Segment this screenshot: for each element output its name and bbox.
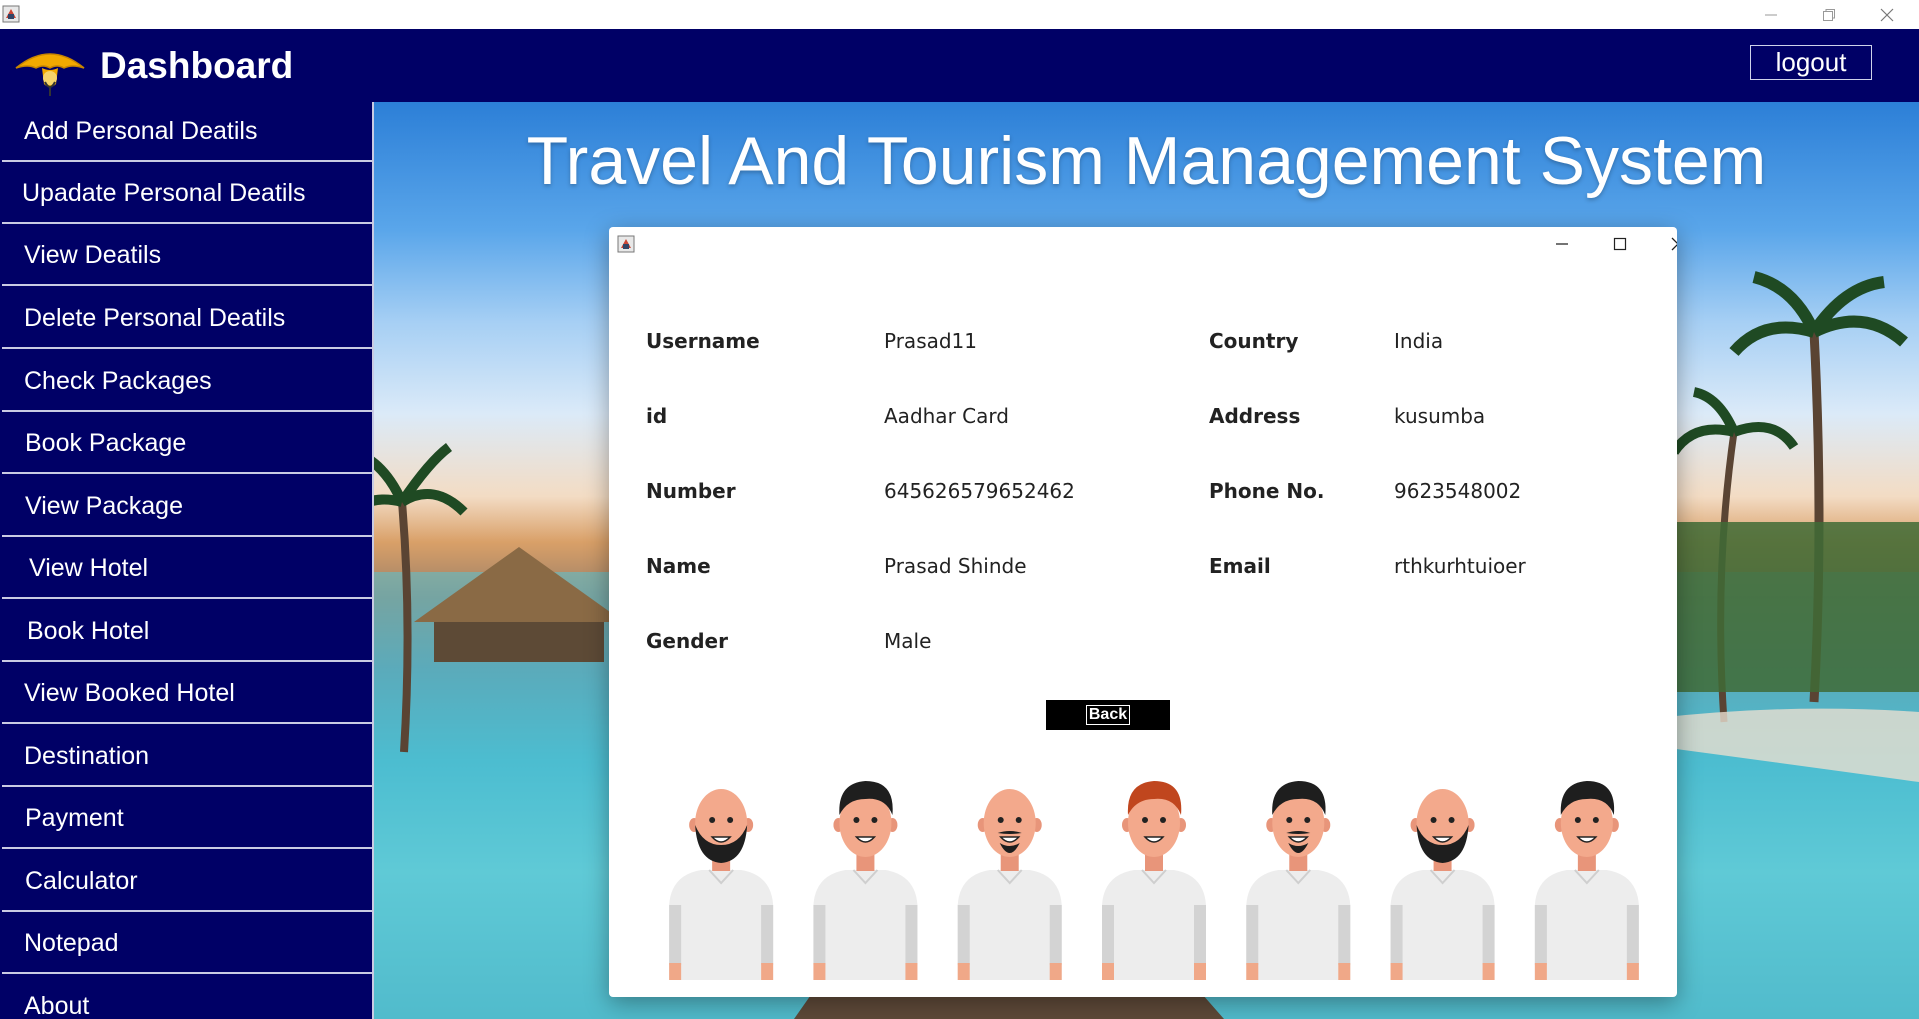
dashboard-header: Dashboard logout <box>0 29 1919 102</box>
view-details-dialog: Username Prasad11 id Aadhar Card Number … <box>609 227 1677 997</box>
back-button-label: Back <box>1085 705 1131 725</box>
minimize-icon <box>1765 14 1777 15</box>
sidebar-item-view-hotel[interactable]: View Hotel <box>2 539 372 599</box>
main-title: Travel And Tourism Management System <box>526 123 1767 199</box>
avatar-figure <box>1390 789 1495 980</box>
close-icon <box>1880 8 1894 21</box>
avatar-figure <box>1102 781 1206 980</box>
gender-value: Male <box>884 629 932 653</box>
os-restore-button[interactable] <box>1800 0 1858 29</box>
sidebar-item-add-personal-details[interactable]: Add Personal Deatils <box>2 102 372 162</box>
sidebar-item-view-package[interactable]: View Package <box>2 477 372 537</box>
umbrella-logo-icon <box>15 53 85 96</box>
sidebar-item-destination[interactable]: Destination <box>2 727 372 787</box>
avatar-figure <box>669 789 774 980</box>
java-app-icon <box>2 5 20 23</box>
avatar-figure <box>813 781 918 980</box>
sidebar-item-calculator[interactable]: Calculator <box>2 852 372 912</box>
os-minimize-button[interactable] <box>1742 0 1800 29</box>
avatar-figure <box>957 789 1062 980</box>
number-value: 645626579652462 <box>884 479 1075 503</box>
sidebar-item-delete-personal-details[interactable]: Delete Personal Deatils <box>2 289 372 349</box>
logout-button[interactable]: logout <box>1750 45 1872 80</box>
java-app-icon <box>617 235 635 253</box>
sidebar-item-update-personal-details[interactable]: Upadate Personal Deatils <box>2 164 372 224</box>
username-label: Username <box>646 329 760 353</box>
username-value: Prasad11 <box>884 329 978 353</box>
sidebar-item-check-packages[interactable]: Check Packages <box>2 352 372 412</box>
email-value: rthkurhtuioer <box>1394 554 1526 578</box>
dialog-maximize-button[interactable] <box>1591 227 1649 261</box>
sidebar-item-payment[interactable]: Payment <box>2 789 372 849</box>
number-label: Number <box>646 479 736 503</box>
sidebar-item-book-hotel[interactable]: Book Hotel <box>2 602 372 662</box>
dialog-close-button[interactable] <box>1649 227 1677 261</box>
avatar-figure <box>1534 781 1639 980</box>
sidebar-item-view-details[interactable]: View Deatils <box>2 226 372 286</box>
country-value: India <box>1394 329 1444 353</box>
address-value: kusumba <box>1394 404 1486 428</box>
id-value: Aadhar Card <box>884 404 1009 428</box>
back-button[interactable]: Back <box>1046 700 1170 730</box>
os-close-button[interactable] <box>1858 0 1916 29</box>
sidebar-item-about[interactable]: About <box>2 977 372 1019</box>
restore-icon <box>1823 8 1835 21</box>
os-title-bar <box>0 0 1919 29</box>
minimize-icon <box>1556 243 1568 245</box>
phone-value: 9623548002 <box>1394 479 1522 503</box>
sidebar-item-view-booked-hotel[interactable]: View Booked Hotel <box>2 664 372 724</box>
maximize-icon <box>1613 237 1627 251</box>
address-label: Address <box>1209 404 1301 428</box>
dialog-minimize-button[interactable] <box>1533 227 1591 261</box>
close-icon <box>1671 237 1677 251</box>
people-illustration <box>669 781 1639 980</box>
name-label: Name <box>646 554 711 578</box>
sidebar-item-book-package[interactable]: Book Package <box>2 414 372 474</box>
id-label: id <box>646 404 668 428</box>
gender-label: Gender <box>646 629 728 653</box>
email-label: Email <box>1209 554 1271 578</box>
phone-label: Phone No. <box>1209 479 1325 503</box>
sidebar-item-notepad[interactable]: Notepad <box>2 914 372 974</box>
name-value: Prasad Shinde <box>884 554 1027 578</box>
dashboard-title: Dashboard <box>100 45 294 86</box>
sidebar: Add Personal Deatils Upadate Personal De… <box>0 102 374 1019</box>
avatar-figure <box>1246 781 1351 980</box>
country-label: Country <box>1209 329 1299 353</box>
